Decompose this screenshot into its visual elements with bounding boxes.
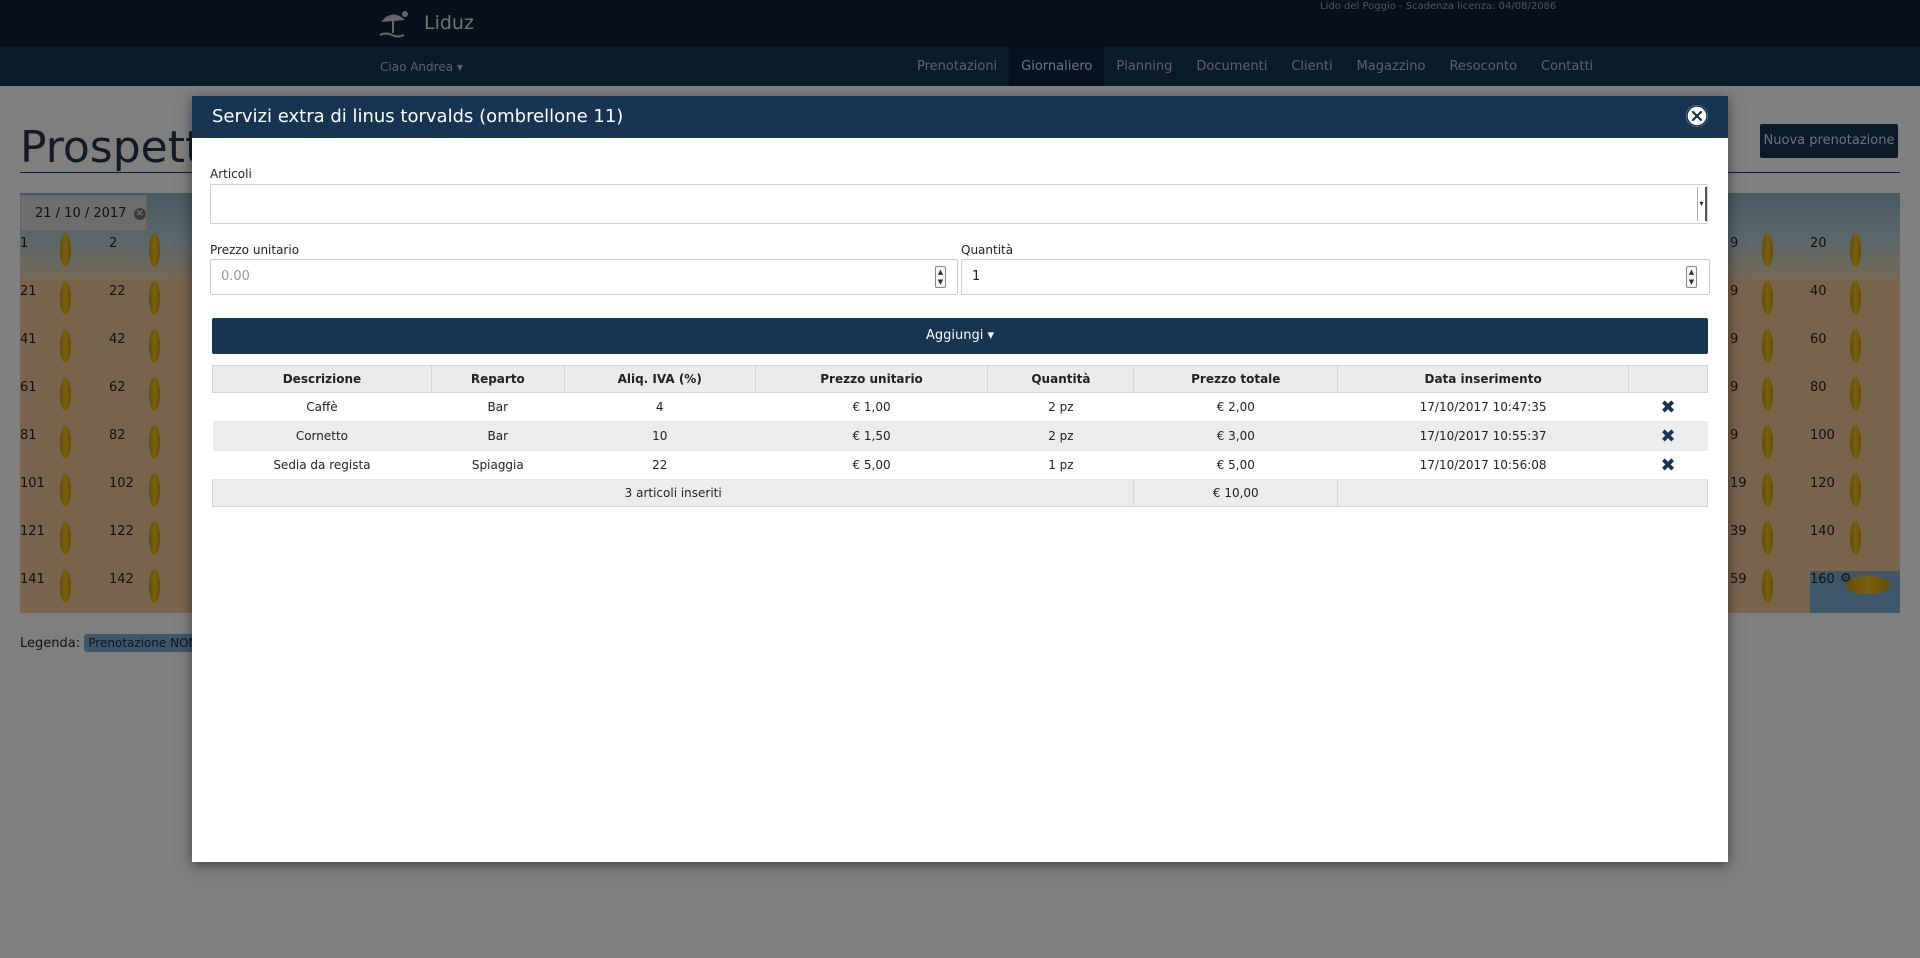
quantita-input[interactable]: 1 ▲ ▼ <box>961 259 1710 295</box>
cell-data: 17/10/2017 10:47:35 <box>1337 392 1629 422</box>
dropdown-arrow-icon[interactable]: ▾ <box>1697 187 1707 221</box>
spin-down-icon[interactable]: ▼ <box>936 277 945 287</box>
cell-prezzo-unitario: € 1,50 <box>755 421 988 451</box>
footer-total: € 10,00 <box>1133 479 1339 507</box>
extra-services-table: Descrizione Reparto Aliq. IVA (%) Prezzo… <box>211 365 1708 507</box>
modal-title: Servizi extra di linus torvalds (ombrell… <box>212 106 624 127</box>
table-row: Sedia da regista Spiaggia 22 € 5,00 1 pz… <box>212 450 1708 480</box>
cell-reparto: Bar <box>431 421 565 451</box>
cell-quantita: 1 pz <box>987 450 1134 480</box>
add-item-button[interactable]: Aggiungi ▾ <box>212 318 1708 354</box>
prezzo-label: Prezzo unitario <box>210 243 300 257</box>
prezzo-input[interactable]: 0.00 ▲ ▼ <box>210 259 958 295</box>
cell-iva: 4 <box>564 392 756 422</box>
quantita-spinner[interactable]: ▲ ▼ <box>1686 266 1697 288</box>
spin-up-icon[interactable]: ▲ <box>936 267 945 277</box>
spin-up-icon[interactable]: ▲ <box>1687 267 1696 277</box>
delete-icon[interactable]: ✖ <box>1660 397 1675 418</box>
cell-reparto: Bar <box>431 392 565 422</box>
articoli-label: Articoli <box>210 167 252 181</box>
column-header[interactable]: Prezzo totale <box>1133 365 1339 393</box>
cell-prezzo-unitario: € 5,00 <box>755 450 988 480</box>
cell-prezzo-totale: € 3,00 <box>1133 421 1338 451</box>
cell-prezzo-totale: € 2,00 <box>1133 392 1338 422</box>
close-modal-button[interactable] <box>1686 105 1708 127</box>
cell-data: 17/10/2017 10:55:37 <box>1337 421 1629 451</box>
quantita-label: Quantità <box>961 243 1014 257</box>
table-row: Cornetto Bar 10 € 1,50 2 pz € 3,00 17/10… <box>212 421 1708 451</box>
cell-quantita: 2 pz <box>987 392 1134 422</box>
cell-prezzo-unitario: € 1,00 <box>755 392 988 422</box>
cell-descrizione: Sedia da regista <box>212 450 432 480</box>
cell-descrizione: Cornetto <box>212 421 432 451</box>
delete-icon[interactable]: ✖ <box>1660 426 1675 447</box>
column-header[interactable]: Aliq. IVA (%) <box>563 365 756 393</box>
cell-reparto: Spiaggia <box>431 450 565 480</box>
column-header[interactable]: Data inserimento <box>1337 365 1629 393</box>
cell-descrizione: Caffè <box>212 392 432 422</box>
cell-iva: 22 <box>564 450 756 480</box>
extra-services-modal: Servizi extra di linus torvalds (ombrell… <box>192 96 1728 862</box>
modal-header: Servizi extra di linus torvalds (ombrell… <box>192 96 1728 138</box>
cell-prezzo-totale: € 5,00 <box>1133 450 1338 480</box>
footer-empty <box>1337 479 1708 507</box>
close-icon <box>1686 105 1708 127</box>
table-header-row: Descrizione Reparto Aliq. IVA (%) Prezzo… <box>212 365 1708 393</box>
table-footer-row: 3 articoli inseriti € 10,00 <box>211 479 1708 507</box>
prezzo-spinner[interactable]: ▲ ▼ <box>935 266 946 288</box>
column-header[interactable]: Descrizione <box>212 365 432 393</box>
column-header[interactable]: Quantità <box>987 365 1135 393</box>
delete-icon[interactable]: ✖ <box>1660 455 1675 476</box>
prezzo-placeholder: 0.00 <box>221 269 250 284</box>
table-row: Caffè Bar 4 € 1,00 2 pz € 2,00 17/10/201… <box>212 392 1708 422</box>
column-header <box>1628 365 1708 393</box>
quantita-value: 1 <box>972 269 981 284</box>
column-header[interactable]: Prezzo unitario <box>754 365 989 393</box>
column-header[interactable]: Reparto <box>430 365 565 393</box>
footer-count: 3 articoli inseriti <box>211 479 1135 507</box>
cell-data: 17/10/2017 10:56:08 <box>1337 450 1629 480</box>
cell-quantita: 2 pz <box>987 421 1134 451</box>
cell-iva: 10 <box>564 421 756 451</box>
articoli-select[interactable]: ▾ <box>210 184 1708 224</box>
spin-down-icon[interactable]: ▼ <box>1687 277 1696 287</box>
